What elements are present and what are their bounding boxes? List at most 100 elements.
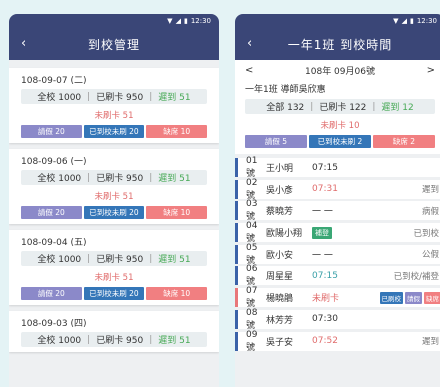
mark-arrived-button[interactable]: 已刷校	[379, 291, 403, 304]
seat-number: 04號	[246, 221, 258, 245]
all-count: 全校 1000	[37, 174, 82, 184]
all-count: 全校 1000	[37, 336, 82, 346]
all-count: 全部 132	[266, 103, 305, 113]
summary-bar: 全部 132 | 已刷卡 122 | 遲到 12	[245, 99, 435, 114]
card-date: 108-09-03 (四)	[21, 319, 87, 329]
all-count: 全校 1000	[37, 255, 82, 265]
seat-number: 03號	[246, 199, 258, 223]
student-name: 歐小安	[266, 250, 294, 261]
divider: |	[87, 334, 91, 345]
wifi-icon: ▼	[167, 16, 173, 25]
next-day-icon[interactable]: >	[427, 65, 435, 76]
leave-button[interactable]: 請假 20	[21, 287, 82, 300]
student-name: 楊曉鵑	[266, 294, 294, 305]
arrival-time: 07:15	[312, 162, 338, 173]
divider: |	[87, 253, 91, 264]
phone-right: ▼ ◢ ▮ 12:30 ‹ 一年1班 到校時間 < 108年 09月06號 > …	[235, 14, 440, 387]
leave-button[interactable]: 請假 5	[245, 135, 307, 148]
app-bar: ‹ 一年1班 到校時間	[235, 28, 440, 60]
student-row[interactable]: 02號 吳小彥 07:31 遲到	[235, 177, 440, 201]
summary-bar: 全校 1000 | 已刷卡 950 | 遲到 51	[21, 89, 207, 104]
seat-number: 06號	[246, 264, 258, 288]
seat-number: 02號	[246, 177, 258, 201]
arrived-unswiped-button[interactable]: 已到校未刷 20	[83, 206, 145, 219]
card-date: 108-09-04 (五)	[21, 238, 87, 248]
status-text: 已到校	[413, 228, 439, 239]
divider: |	[87, 91, 91, 102]
back-icon[interactable]: ‹	[21, 35, 26, 53]
absent-button[interactable]: 缺席 10	[146, 125, 208, 138]
current-date: 108年 09月06號	[305, 66, 375, 77]
unswiped-count: 未刷卡 51	[94, 273, 134, 283]
absent-button[interactable]: 缺席 10	[146, 206, 208, 219]
arrival-time: 07:52	[312, 336, 338, 346]
mark-absent-button[interactable]: 缺席	[424, 291, 440, 304]
back-icon[interactable]: ‹	[247, 35, 252, 53]
late-count: 遲到 51	[158, 255, 191, 265]
summary-bar: 全校 1000 | 已刷卡 950 | 遲到 51	[21, 251, 207, 266]
late-count: 遲到 12	[381, 103, 414, 113]
arrival-time: 一 一	[312, 250, 333, 261]
seat-number: 08號	[246, 307, 258, 331]
student-name: 吳子安	[266, 337, 294, 348]
status-bar: ▼ ◢ ▮ 12:30	[235, 14, 440, 28]
app-bar: ‹ 到校管理	[9, 28, 219, 60]
wifi-icon: ▼	[393, 16, 399, 25]
status-time: 12:30	[190, 17, 211, 25]
class-teacher: 一年1班 導師吳欣惠	[245, 85, 326, 95]
attendance-card[interactable]: 108-09-03 (四) 全校 1000 | 已刷卡 950 | 遲到 51	[9, 311, 219, 352]
card-count: 已刷卡 122	[319, 103, 367, 113]
student-row[interactable]: 01號 王小明 07:15	[235, 156, 440, 179]
signal-icon: ◢	[401, 16, 407, 25]
unswiped-count: 未刷卡 10	[320, 121, 360, 131]
arrival-time: 一 一	[312, 207, 333, 218]
unswiped-count: 未刷卡 51	[94, 111, 134, 121]
supplement-tag[interactable]: 補登	[312, 226, 332, 239]
page-title: 一年1班 到校時間	[287, 37, 393, 52]
phone-left: ▼ ◢ ▮ 12:30 ‹ 到校管理 108-09-07 (二) 全校 1000…	[9, 14, 219, 387]
divider: |	[372, 101, 376, 112]
student-list: 01號 王小明 07:15 02號 吳小彥 07:31 遲到 03號 蔡曉芳 一…	[235, 156, 440, 353]
student-row[interactable]: 09號 吳子安 07:52 遲到	[235, 330, 440, 353]
arrived-unswiped-button[interactable]: 已到校未刷 20	[83, 125, 145, 138]
card-count: 已刷卡 950	[96, 93, 144, 103]
student-row[interactable]: 07號 楊曉鵑 未刷卡 已刷校 請假 缺席	[235, 286, 440, 310]
leave-button[interactable]: 請假 20	[21, 125, 82, 138]
leave-button[interactable]: 請假 20	[21, 206, 82, 219]
student-name: 周星星	[266, 272, 294, 283]
late-count: 遲到 51	[158, 93, 191, 103]
arrived-unswiped-button[interactable]: 已到校未刷 2	[309, 135, 371, 148]
status-text: 遲到	[421, 337, 439, 347]
unswiped-count: 未刷卡 51	[94, 192, 134, 202]
seat-number: 05號	[246, 242, 258, 266]
mark-leave-button[interactable]: 請假	[405, 291, 422, 304]
attendance-card[interactable]: 108-09-04 (五) 全校 1000 | 已刷卡 950 | 遲到 51 …	[9, 230, 219, 305]
prev-day-icon[interactable]: <	[245, 65, 253, 76]
status-text: 遲到	[421, 185, 439, 196]
date-navigator: < 108年 09月06號 >	[235, 60, 440, 80]
absent-button[interactable]: 缺席 10	[146, 287, 208, 300]
seat-number: 01號	[246, 156, 258, 179]
seat-number: 07號	[246, 286, 258, 310]
arrival-time: 07:31	[312, 184, 338, 195]
divider: |	[310, 101, 314, 112]
divider: |	[149, 253, 153, 264]
student-row[interactable]: 08號 林芳芳 07:30	[235, 307, 440, 331]
arrival-time: 07:15	[312, 270, 338, 281]
all-count: 全校 1000	[37, 93, 82, 103]
student-row[interactable]: 06號 周星星 07:15 已到校/補登	[235, 264, 440, 288]
card-count: 已刷卡 950	[96, 336, 144, 346]
arrival-time: 07:30	[312, 314, 338, 325]
summary-bar: 全校 1000 | 已刷卡 950 | 遲到 51	[21, 332, 207, 347]
attendance-card[interactable]: 108-09-07 (二) 全校 1000 | 已刷卡 950 | 遲到 51 …	[9, 68, 219, 143]
divider: |	[149, 172, 153, 183]
attendance-list: 108-09-07 (二) 全校 1000 | 已刷卡 950 | 遲到 51 …	[9, 60, 219, 352]
student-row[interactable]: 05號 歐小安 一 一 公假	[235, 242, 440, 266]
absent-button[interactable]: 缺席 2	[373, 135, 435, 148]
attendance-card[interactable]: 108-09-06 (一) 全校 1000 | 已刷卡 950 | 遲到 51 …	[9, 149, 219, 224]
late-count: 遲到 51	[158, 174, 191, 184]
divider: |	[149, 334, 153, 345]
arrived-unswiped-button[interactable]: 已到校未刷 20	[83, 287, 145, 300]
student-row[interactable]: 04號 歐陽小翔 補登 已到校	[235, 221, 440, 245]
student-row[interactable]: 03號 蔡曉芳 一 一 病假	[235, 199, 440, 223]
